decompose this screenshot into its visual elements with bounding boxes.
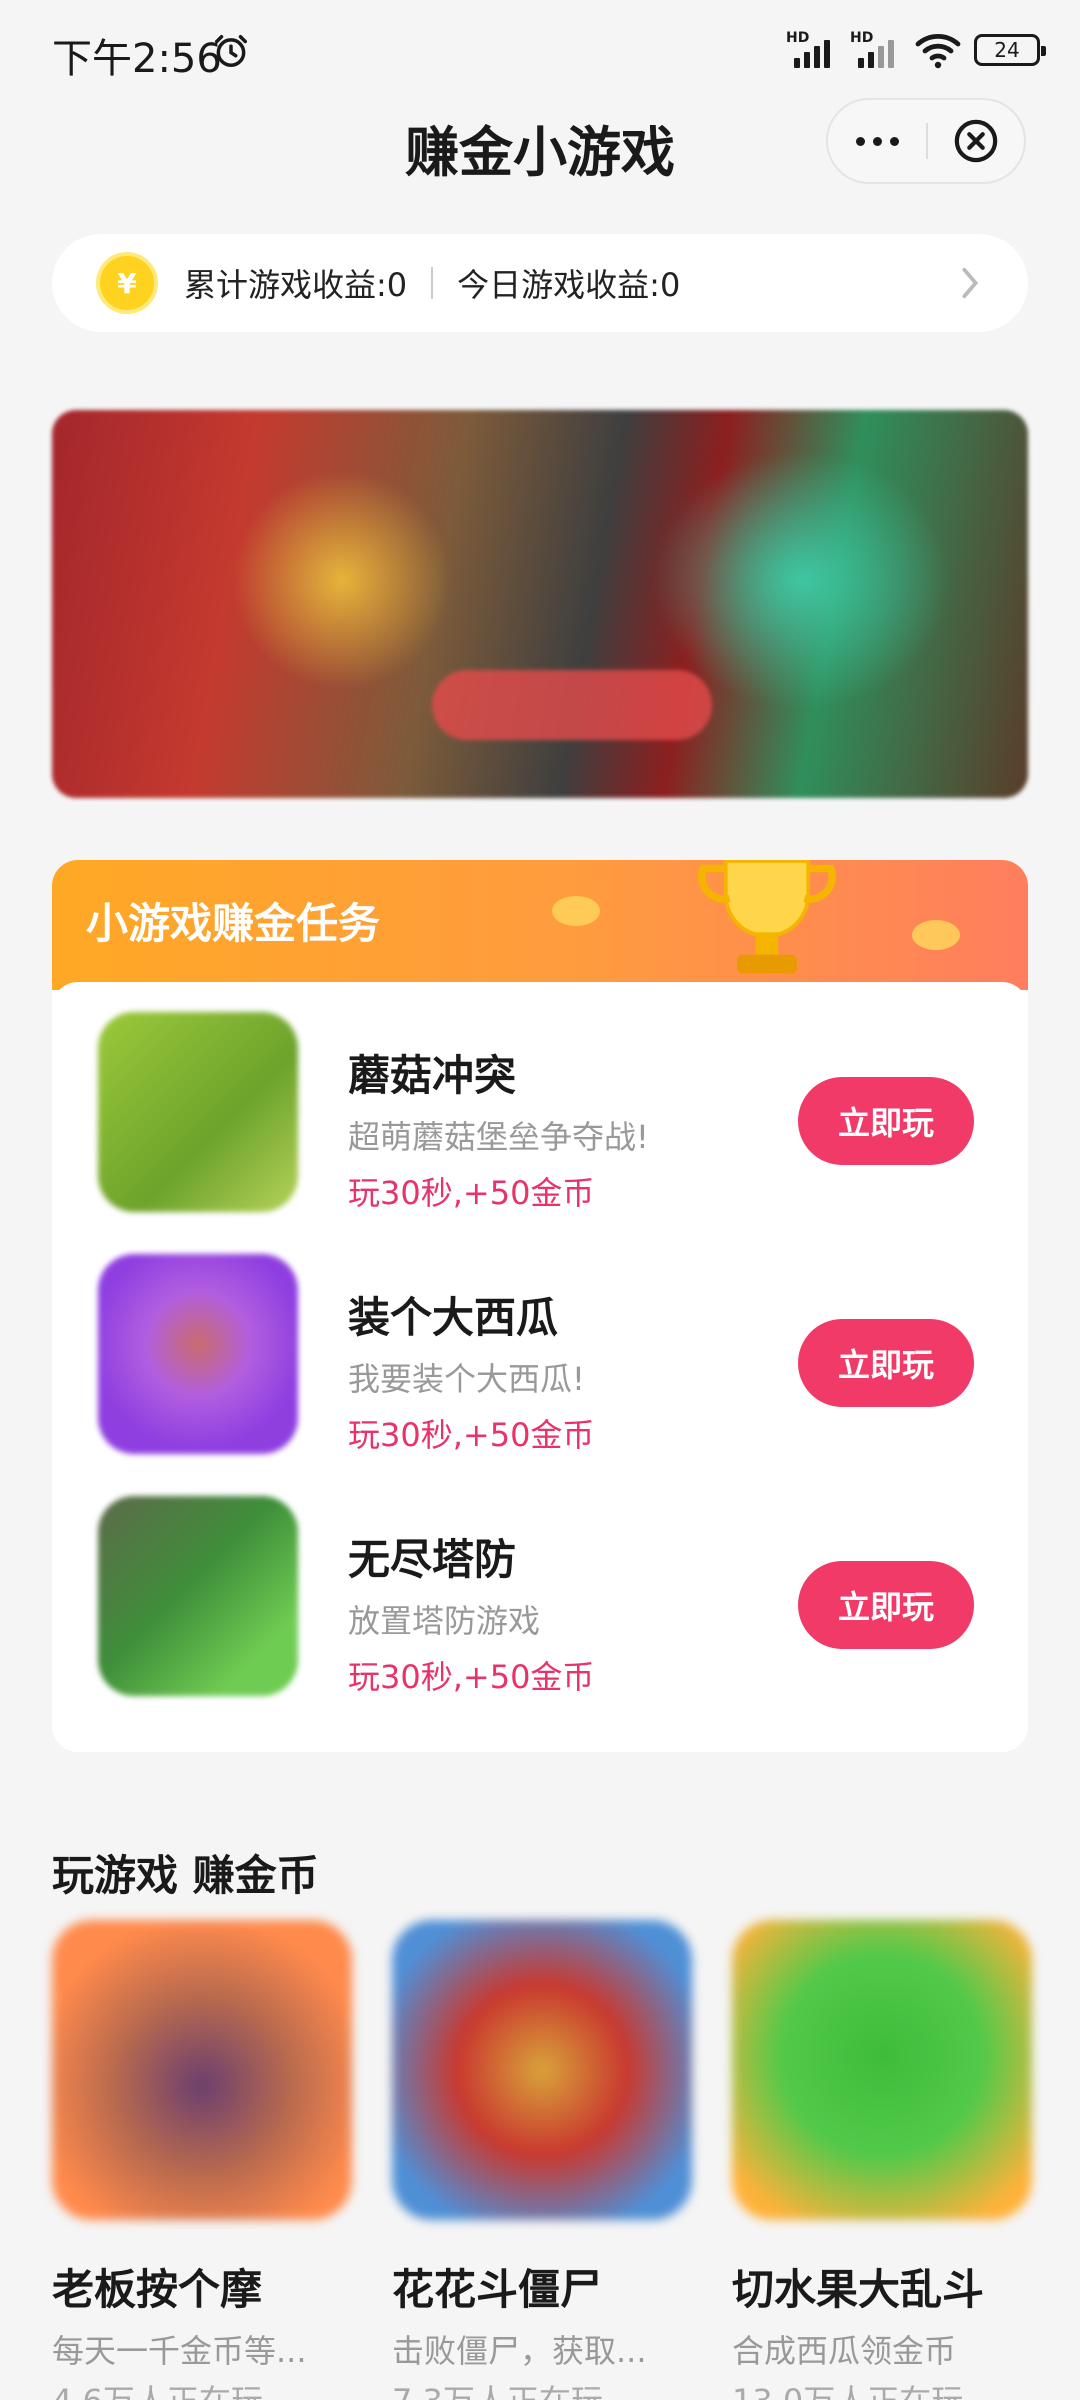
task-name: 蘑菇冲突 — [348, 1051, 517, 1100]
task-list: 蘑菇冲突 超萌蘑菇堡垒争夺战! 玩30秒,+50金币 立即玩 装个大西瓜 我要装… — [52, 982, 1028, 1752]
task-section-title: 小游戏赚金任务 — [86, 899, 381, 948]
game-thumbnail — [732, 1920, 1032, 2220]
signal-strength-icon: HD — [850, 30, 902, 70]
status-time: 下午2:56 — [52, 36, 222, 82]
alarm-clock-icon — [215, 35, 247, 67]
task-reward: 玩30秒,+50金币 — [348, 1658, 595, 1696]
task-desc: 我要装个大西瓜! — [348, 1360, 585, 1398]
trophy-icon — [697, 860, 837, 974]
task-reward: 玩30秒,+50金币 — [348, 1416, 595, 1454]
task-reward: 玩30秒,+50金币 — [348, 1174, 595, 1212]
game-desc: 击败僵尸，获取... — [392, 2332, 647, 2370]
earnings-summary[interactable]: ¥ 累计游戏收益:0 今日游戏收益:0 — [52, 234, 1028, 332]
game-thumbnail — [98, 1012, 298, 1212]
game-card[interactable]: 花花斗僵尸 击败僵尸，获取... 7.3万人正在玩 — [392, 1920, 692, 2400]
game-desc: 合成西瓜领金币 — [732, 2332, 957, 2370]
game-players: 4.6万人正在玩 — [52, 2376, 263, 2400]
task-desc: 放置塔防游戏 — [348, 1602, 541, 1640]
chevron-right-icon — [962, 267, 979, 299]
mini-program-capsule — [826, 98, 1026, 184]
game-thumbnail — [98, 1254, 298, 1454]
game-name: 花花斗僵尸 — [392, 2265, 603, 2314]
task-name: 装个大西瓜 — [348, 1293, 559, 1342]
close-button[interactable] — [928, 100, 1024, 182]
signal-strength-icon: HD — [786, 30, 838, 70]
play-now-button[interactable]: 立即玩 — [798, 1561, 974, 1649]
game-thumbnail — [392, 1920, 692, 2220]
game-thumbnail — [52, 1920, 352, 2220]
game-name: 切水果大乱斗 — [732, 2265, 985, 2314]
close-circle-icon — [954, 119, 998, 163]
game-card[interactable]: 切水果大乱斗 合成西瓜领金币 13.0万人正在玩 — [732, 1920, 1032, 2400]
game-thumbnail — [98, 1496, 298, 1696]
total-earnings: 累计游戏收益:0 — [184, 266, 408, 304]
game-desc: 每天一千金币等... — [52, 2332, 307, 2370]
play-now-button[interactable]: 立即玩 — [798, 1077, 974, 1165]
task-section: 小游戏赚金任务 蘑菇冲突 超萌蘑菇堡垒争夺战! 玩30秒,+50金币 立即玩 装… — [52, 860, 1028, 1752]
task-item[interactable]: 蘑菇冲突 超萌蘑菇堡垒争夺战! 玩30秒,+50金币 立即玩 — [52, 982, 1028, 1224]
game-players: 7.3万人正在玩 — [392, 2376, 603, 2400]
earnings-divider — [431, 267, 434, 299]
coin-icon: ¥ — [96, 252, 158, 314]
more-dots-icon[interactable] — [828, 100, 926, 182]
game-card[interactable]: 老板按个摩 每天一千金币等... 4.6万人正在玩 — [52, 1920, 352, 2400]
wifi-icon — [915, 33, 961, 69]
battery-icon: 24 — [974, 34, 1046, 66]
task-item[interactable]: 装个大西瓜 我要装个大西瓜! 玩30秒,+50金币 立即玩 — [52, 1224, 1028, 1466]
status-bar: 下午2:56 HD HD 24 — [0, 0, 1080, 100]
task-name: 无尽塔防 — [348, 1535, 517, 1584]
deco-coin-icon — [552, 896, 600, 926]
promo-banner[interactable] — [52, 410, 1028, 798]
games-section-title: 玩游戏 赚金币 — [52, 1851, 319, 1900]
today-earnings: 今日游戏收益:0 — [457, 266, 681, 304]
task-section-header: 小游戏赚金任务 — [52, 860, 1028, 990]
status-indicators: HD HD 24 — [786, 30, 1046, 70]
battery-level: 24 — [994, 38, 1020, 62]
game-players: 13.0万人正在玩 — [732, 2376, 963, 2400]
game-name: 老板按个摩 — [52, 2265, 263, 2314]
task-desc: 超萌蘑菇堡垒争夺战! — [348, 1118, 649, 1156]
play-now-button[interactable]: 立即玩 — [798, 1319, 974, 1407]
task-item[interactable]: 无尽塔防 放置塔防游戏 玩30秒,+50金币 立即玩 — [52, 1466, 1028, 1708]
deco-coin-icon — [912, 920, 960, 950]
